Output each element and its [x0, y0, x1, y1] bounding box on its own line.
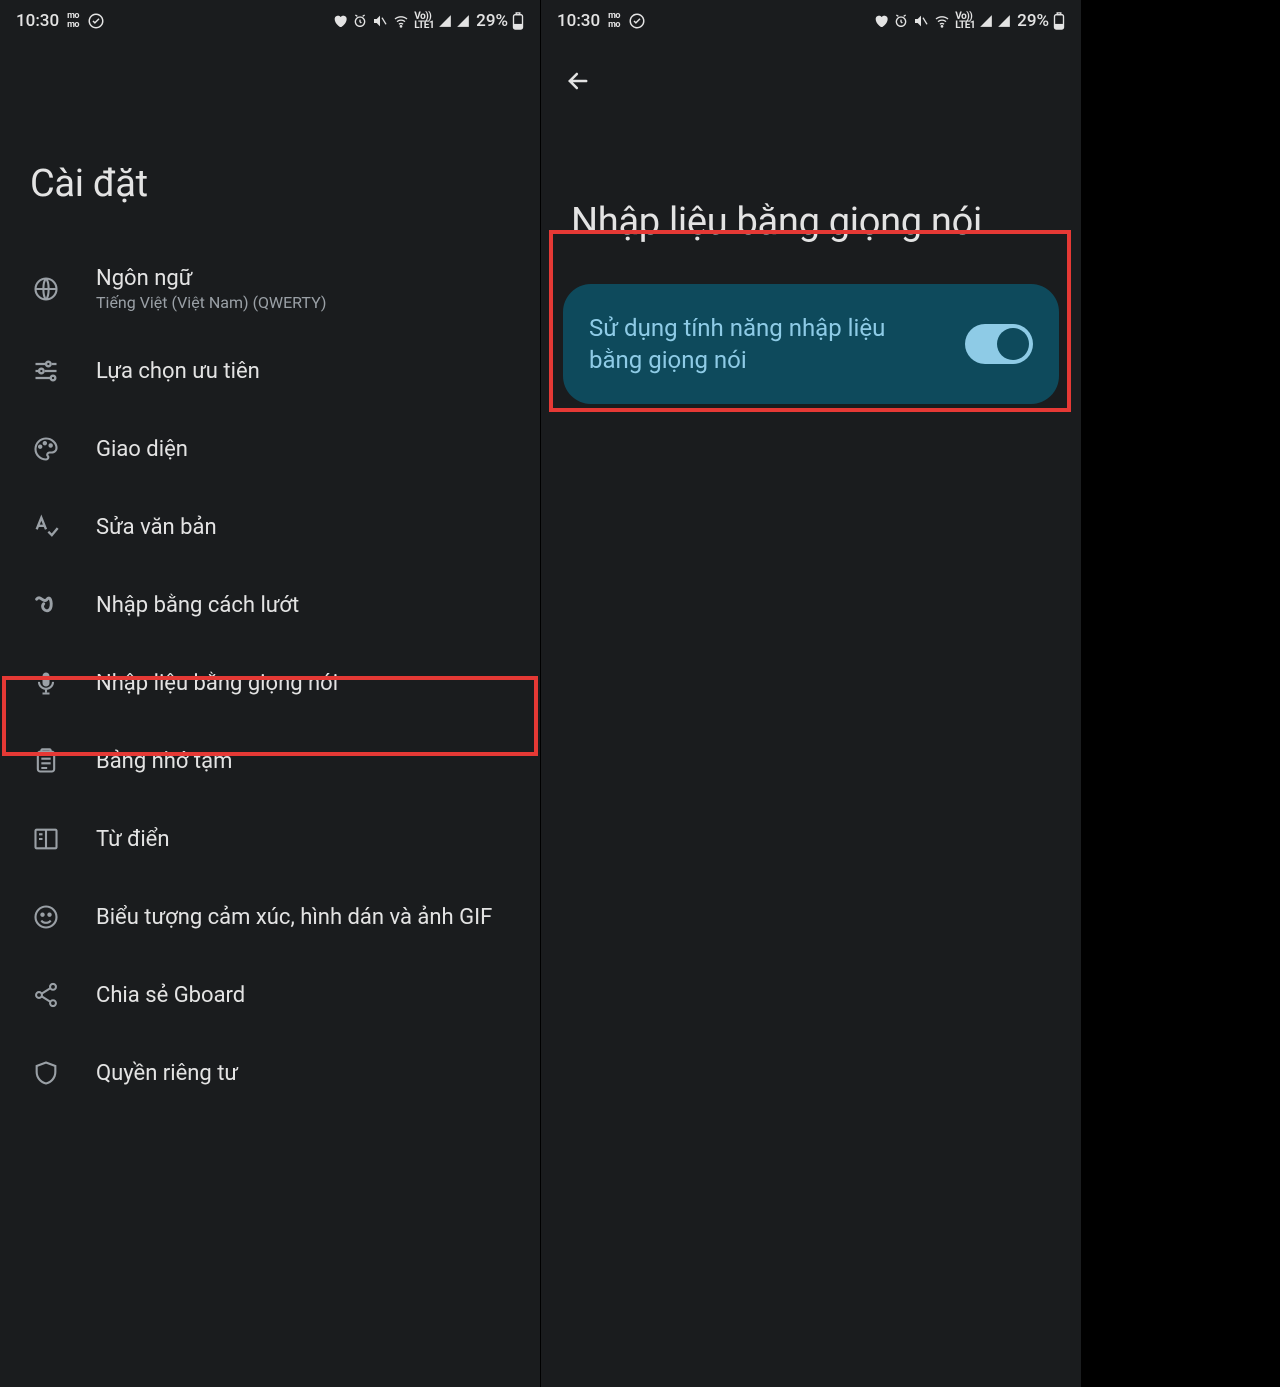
settings-item-clipboard[interactable]: Bảng nhớ tạm: [0, 722, 540, 800]
heart-icon: [873, 13, 889, 29]
settings-item-label: Giao diện: [96, 437, 188, 462]
check-icon: [87, 12, 105, 30]
settings-item-label: Lựa chọn ưu tiên: [96, 359, 260, 384]
settings-item-glide[interactable]: Nhập bằng cách lướt: [0, 566, 540, 644]
status-bar: 10:30 momo Vo))LTE1 29%: [541, 0, 1081, 42]
heart-icon: [332, 13, 348, 29]
alarm-icon: [352, 13, 368, 29]
settings-item-language[interactable]: Ngôn ngữ Tiếng Việt (Việt Nam) (QWERTY): [0, 246, 540, 332]
settings-item-voice-input[interactable]: Nhập liệu bằng giọng nói: [0, 644, 540, 722]
settings-item-label: Nhập liệu bằng giọng nói: [96, 671, 338, 696]
settings-item-privacy[interactable]: Quyền riêng tư: [0, 1034, 540, 1112]
gesture-icon: [30, 589, 62, 621]
book-icon: [30, 823, 62, 855]
settings-item-preferences[interactable]: Lựa chọn ưu tiên: [0, 332, 540, 410]
phone-screen-voice-input: 10:30 momo Vo))LTE1 29% Nhập liệu bằng g…: [541, 0, 1081, 1387]
battery-icon: [512, 12, 524, 30]
status-time: 10:30: [16, 11, 59, 31]
settings-item-theme[interactable]: Giao diện: [0, 410, 540, 488]
page-title: Nhập liệu bằng giọng nói: [541, 100, 1081, 284]
settings-item-label: Từ điển: [96, 827, 170, 852]
signal-icon: [438, 14, 452, 28]
battery-percent: 29%: [476, 11, 508, 31]
mute-icon: [913, 13, 929, 29]
clipboard-icon: [30, 745, 62, 777]
back-button[interactable]: [559, 62, 597, 100]
settings-item-label: Nhập bằng cách lướt: [96, 593, 299, 618]
palette-icon: [30, 433, 62, 465]
status-bar: 10:30 momo Vo))LTE1 29%: [0, 0, 540, 42]
voice-input-toggle-card[interactable]: Sử dụng tính năng nhập liệu bằng giọng n…: [563, 284, 1059, 404]
settings-item-label: Bảng nhớ tạm: [96, 749, 232, 774]
globe-icon: [30, 273, 62, 305]
momo-indicator: momo: [67, 12, 79, 30]
mic-icon: [30, 667, 62, 699]
mute-icon: [372, 13, 388, 29]
phone-screen-settings: 10:30 momo Vo))LTE1 29% Cài đặt: [0, 0, 540, 1387]
settings-item-label: Biểu tượng cảm xúc, hình dán và ảnh GIF: [96, 905, 492, 930]
tune-icon: [30, 355, 62, 387]
settings-item-emoji[interactable]: Biểu tượng cảm xúc, hình dán và ảnh GIF: [0, 878, 540, 956]
wifi-icon: [933, 13, 951, 29]
spellcheck-icon: [30, 511, 62, 543]
toggle-label: Sử dụng tính năng nhập liệu bằng giọng n…: [589, 312, 889, 376]
page-title: Cài đặt: [0, 42, 540, 246]
toggle-switch[interactable]: [965, 324, 1033, 364]
wifi-icon: [392, 13, 410, 29]
settings-item-sublabel: Tiếng Việt (Việt Nam) (QWERTY): [96, 293, 326, 312]
signal-icon-2: [456, 14, 470, 28]
check-icon: [628, 12, 646, 30]
volte-indicator: Vo))LTE1: [955, 12, 975, 30]
settings-item-label: Sửa văn bản: [96, 515, 217, 540]
share-icon: [30, 979, 62, 1011]
settings-item-dictionary[interactable]: Từ điển: [0, 800, 540, 878]
settings-item-share[interactable]: Chia sẻ Gboard: [0, 956, 540, 1034]
momo-indicator: momo: [608, 12, 620, 30]
signal-icon: [979, 14, 993, 28]
toggle-knob: [997, 328, 1029, 360]
settings-item-label: Ngôn ngữ: [96, 266, 326, 291]
signal-icon-2: [997, 14, 1011, 28]
settings-item-text-correction[interactable]: Sửa văn bản: [0, 488, 540, 566]
status-time: 10:30: [557, 11, 600, 31]
alarm-icon: [893, 13, 909, 29]
battery-icon: [1053, 12, 1065, 30]
settings-item-label: Quyền riêng tư: [96, 1061, 238, 1086]
emoji-icon: [30, 901, 62, 933]
battery-percent: 29%: [1017, 11, 1049, 31]
privacy-icon: [30, 1057, 62, 1089]
settings-list: Ngôn ngữ Tiếng Việt (Việt Nam) (QWERTY) …: [0, 246, 540, 1112]
settings-item-label: Chia sẻ Gboard: [96, 983, 245, 1008]
volte-indicator: Vo))LTE1: [414, 12, 434, 30]
